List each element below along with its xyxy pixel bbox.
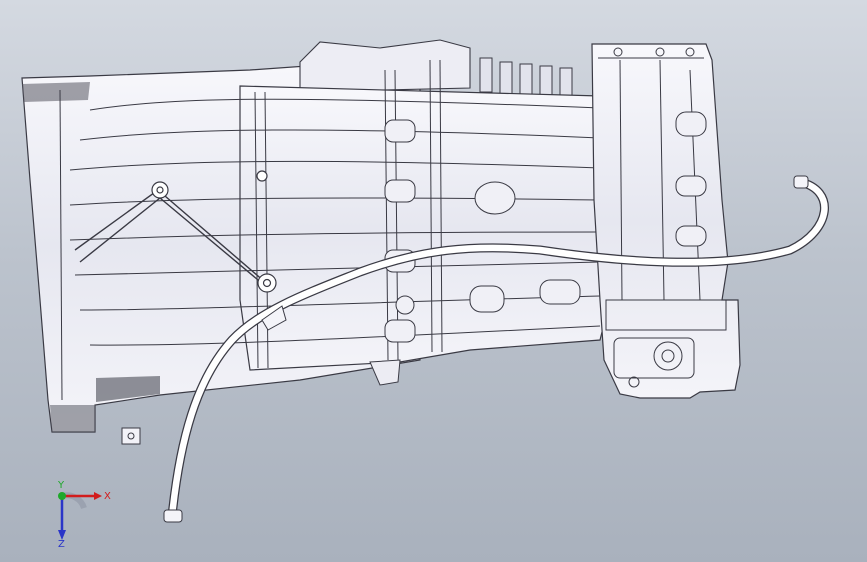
main-case[interactable] bbox=[239, 85, 611, 371]
housing-shadow bbox=[22, 82, 90, 102]
hose-end-fitting[interactable] bbox=[793, 175, 809, 189]
lower-bracket[interactable] bbox=[369, 359, 401, 386]
hose-end-fitting[interactable] bbox=[163, 509, 183, 523]
cad-viewport[interactable]: X Y Z bbox=[0, 0, 867, 562]
x-axis-arrow bbox=[94, 492, 102, 500]
orientation-triad: X Y Z bbox=[57, 480, 111, 548]
y-axis-dot bbox=[58, 492, 66, 500]
z-axis-label: Z bbox=[58, 539, 65, 548]
cooling-fins bbox=[479, 57, 573, 97]
x-axis-label: X bbox=[104, 491, 111, 502]
housing-shadow bbox=[50, 405, 95, 432]
y-axis-label: Y bbox=[57, 480, 65, 491]
gearbox-model[interactable] bbox=[0, 0, 867, 562]
drain-plug[interactable] bbox=[121, 427, 141, 445]
